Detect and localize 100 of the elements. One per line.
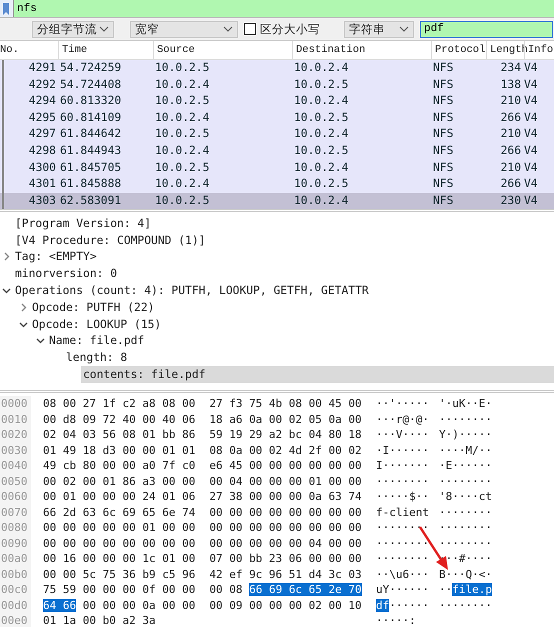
column-header[interactable]: No. <box>0 41 58 59</box>
hex-bytes[interactable]: 01 49 18 d3 00 00 01 01 <box>43 444 196 456</box>
table-cell-text: 10.0.2.4 <box>293 192 350 209</box>
hex-bytes[interactable]: 08 00 27 1f c2 a8 08 00 <box>43 397 196 410</box>
ascii-text[interactable]: ········ <box>376 474 429 488</box>
column-header[interactable]: Destination <box>292 41 431 59</box>
hex-bytes[interactable]: 18 a6 0a 00 02 05 0a 00 <box>209 412 362 426</box>
ascii-text[interactable]: ········ <box>438 521 492 534</box>
ascii-text[interactable]: df <box>376 598 390 612</box>
ascii-text[interactable]: '·uK··E· <box>438 397 492 410</box>
column-header[interactable]: Time <box>58 41 153 59</box>
tree-item[interactable]: length: 8 <box>0 349 554 366</box>
hex-bytes[interactable]: 66 2d 63 6c 69 65 6e 74 <box>43 506 196 518</box>
packet-row[interactable]: 4292 54.724408 10.0.2.4 10.0.2.5 NFS 138 V4 <box>0 76 554 94</box>
tree-item[interactable]: Tag: <EMPTY> <box>0 248 554 266</box>
ascii-text[interactable]: ·· <box>438 583 452 596</box>
ascii-text[interactable]: B···Q·<· <box>438 568 492 580</box>
tree-item[interactable]: Name: file.pdf <box>0 332 554 350</box>
packet-row[interactable]: 4300 61.845705 10.0.2.5 10.0.2.4 NFS 210 V4 <box>0 160 554 176</box>
ascii-text[interactable]: ········ <box>439 598 492 612</box>
ascii-text[interactable]: uY······ <box>376 583 429 596</box>
hex-bytes[interactable]: 00 d8 09 72 40 00 40 06 <box>43 412 196 426</box>
hex-bytes[interactable]: 00 00 00 00 00 00 00 00 <box>209 506 362 518</box>
tree-item[interactable]: Opcode: PUTFH (22) <box>0 298 554 316</box>
tree-item[interactable]: minorversion: 0 <box>0 265 554 282</box>
packet-row[interactable]: 4298 61.844943 10.0.2.4 10.0.2.5 NFS 266 V4 <box>0 142 554 160</box>
hex-bytes[interactable]: 49 cb 80 00 00 a0 7f c0 <box>43 459 196 472</box>
hex-bytes[interactable]: 00 09 00 00 00 02 00 10 <box>209 598 362 612</box>
ascii-text[interactable]: ········ <box>376 536 429 550</box>
display-filter-field[interactable]: nfs <box>13 0 554 17</box>
hex-bytes[interactable]: 27 38 00 00 00 0a 63 74 <box>209 490 362 503</box>
hex-bytes[interactable]: 00 08 <box>209 583 250 596</box>
hex-bytes[interactable]: e6 45 00 00 00 00 00 00 <box>209 459 362 472</box>
hex-bytes[interactable]: 00 00 00 0a 00 00 <box>76 598 196 612</box>
ascii-text[interactable]: ········ <box>376 552 429 565</box>
dropdown[interactable]: 宽窄 <box>130 20 238 38</box>
ascii-text[interactable]: ··\u6··· <box>376 568 429 580</box>
ascii-text[interactable]: ········ <box>438 536 492 550</box>
hex-bytes[interactable]: 00 01 00 00 00 24 01 06 <box>43 490 196 503</box>
ascii-text[interactable]: ···V···· <box>376 428 429 441</box>
packet-row[interactable]: 4301 61.845888 10.0.2.4 10.0.2.5 NFS 266 V4 <box>0 176 554 193</box>
ascii-text[interactable]: I······· <box>376 459 429 472</box>
hex-bytes[interactable]: 59 19 29 a2 bc 04 80 18 <box>209 428 362 441</box>
table-cell-text: 210 <box>500 126 522 142</box>
table-cell-text: NFS <box>432 93 454 110</box>
ascii-text[interactable]: ····M/·· <box>438 444 492 456</box>
packet-row[interactable]: 4294 60.813320 10.0.2.5 10.0.2.4 NFS 210 V4 <box>0 93 554 110</box>
ascii-text[interactable]: ··'····· <box>376 397 429 410</box>
hex-bytes[interactable]: 00 02 00 01 86 a3 00 00 <box>43 474 196 488</box>
hex-bytes[interactable]: 27 f3 75 4b 08 00 45 00 <box>209 397 362 410</box>
offset: 00d0 <box>0 598 31 613</box>
hex-bytes[interactable]: 07 00 bb 23 06 00 00 00 <box>209 552 362 565</box>
ascii-text[interactable]: ·E······ <box>438 459 492 472</box>
ascii-text[interactable]: ········ <box>376 521 429 534</box>
table-cell-text: 210 <box>500 160 522 176</box>
packet-row[interactable]: 4295 60.814109 10.0.2.4 10.0.2.5 NFS 266 V4 <box>0 110 554 126</box>
ascii-text[interactable]: ········ <box>438 474 492 488</box>
tree-item[interactable]: [V4 Procedure: COMPOUND (1)] <box>0 232 554 249</box>
table-cell-text: 138 <box>500 76 522 93</box>
hex-bytes[interactable]: 08 0a 00 02 4d 2f 00 02 <box>209 444 362 456</box>
table-cell-text: 10.0.2.4 <box>293 126 350 142</box>
ascii-text[interactable]: file.p <box>452 583 492 596</box>
packet-row[interactable]: 4297 61.844642 10.0.2.5 10.0.2.4 NFS 210 V4 <box>0 126 554 143</box>
ascii-text[interactable]: ·····: <box>376 614 416 627</box>
hex-bytes[interactable]: 00 00 00 00 00 00 00 00 <box>209 521 362 534</box>
dropdown[interactable]: 字符串 <box>344 20 414 38</box>
ascii-text[interactable]: ········ <box>438 506 492 518</box>
hex-bytes[interactable]: 00 00 5c 75 36 b9 c5 96 <box>43 568 196 580</box>
ascii-text[interactable]: ·····$·· <box>376 490 429 503</box>
ascii-text[interactable]: ·I······ <box>376 444 429 456</box>
column-header[interactable]: Protocol <box>431 41 486 59</box>
ascii-text[interactable]: '8····ct <box>438 490 492 503</box>
packet-row[interactable]: 4291 54.724259 10.0.2.5 10.0.2.4 NFS 234 V4 <box>0 60 554 77</box>
tree-item[interactable]: [Program Version: 4] <box>0 215 554 232</box>
case-sensitive-checkbox[interactable]: 区分大小写 <box>244 22 320 36</box>
hex-bytes[interactable]: 66 69 6c 65 2e 70 <box>249 583 362 596</box>
hex-bytes[interactable]: 64 66 <box>43 598 76 612</box>
hex-bytes[interactable]: 00 00 00 00 00 01 00 00 <box>43 521 196 534</box>
hex-bytes[interactable]: 75 59 00 00 00 0f 00 00 <box>43 583 196 596</box>
hex-bytes[interactable]: 42 ef 9c 96 51 d4 3c 03 <box>209 568 362 580</box>
column-header[interactable]: Source <box>153 41 292 59</box>
tree-item[interactable]: Opcode: LOOKUP (15) <box>0 316 554 333</box>
hex-bytes[interactable]: 01 1a 00 b0 a2 3a <box>43 614 156 627</box>
hex-bytes[interactable]: 00 00 00 00 00 04 00 00 <box>209 536 362 550</box>
ascii-text[interactable]: ········ <box>438 412 492 426</box>
hex-bytes[interactable]: 00 00 00 00 00 00 00 00 <box>43 536 196 550</box>
table-cell-text: V4 <box>524 142 539 159</box>
ascii-text[interactable]: Y·)····· <box>438 428 492 441</box>
tree-item[interactable]: Operations (count: 4): PUTFH, LOOKUP, GETFH, GETATTR <box>0 282 554 299</box>
packet-row[interactable]: 4303 62.583091 10.0.2.5 10.0.2.4 NFS 230 V4 <box>0 192 554 210</box>
dropdown[interactable]: 分组字节流 <box>32 20 114 38</box>
hex-bytes[interactable]: 02 04 03 56 08 01 bb 86 <box>43 428 196 441</box>
table-cell-text: V4 <box>524 192 539 209</box>
ascii-text[interactable]: f-client <box>376 506 429 518</box>
hex-bytes[interactable]: 00 04 00 00 00 01 00 00 <box>209 474 362 488</box>
hex-bytes[interactable]: 00 16 00 00 00 1c 01 00 <box>43 552 196 565</box>
ascii-text[interactable]: ···r@·@· <box>376 412 429 426</box>
ascii-text[interactable]: ······ <box>389 598 429 612</box>
search-field[interactable]: pdf <box>420 20 553 38</box>
tree-item[interactable]: contents: file.pdf <box>81 366 554 383</box>
